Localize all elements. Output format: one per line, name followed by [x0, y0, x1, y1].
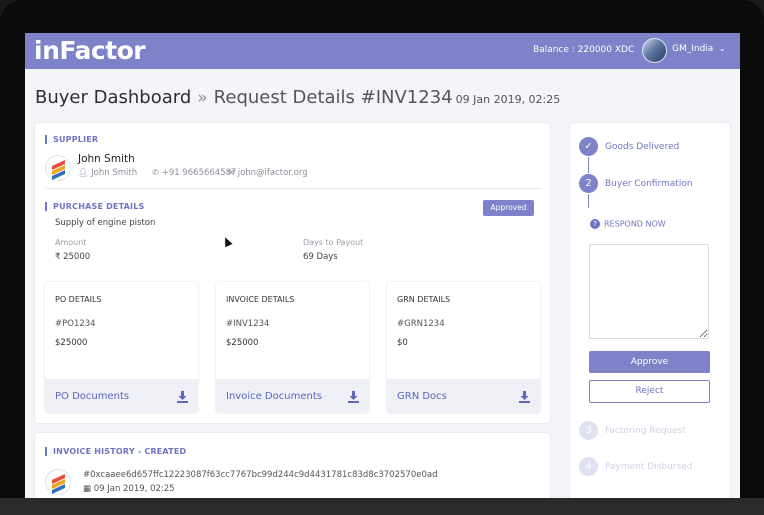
device-base: [0, 498, 764, 515]
download-icon[interactable]: [347, 390, 360, 403]
balance-text: Balance : 220000 XDC: [533, 45, 635, 55]
amount-value: ₹ 25000: [55, 252, 91, 262]
supplier-email[interactable]: ✉ john@ifactor.org: [228, 168, 308, 178]
po-amount: $25000: [55, 338, 88, 348]
step-number-4: 4: [579, 457, 598, 476]
breadcrumb-dashboard[interactable]: Buyer Dashboard: [35, 87, 191, 108]
calendar-icon: ▦: [83, 484, 92, 494]
step-number-2: 2: [579, 174, 598, 193]
user-name[interactable]: GM_India: [672, 44, 713, 54]
phone-icon: ✆: [152, 168, 159, 177]
step-connector: [588, 194, 589, 208]
step-payment-disbursed: Payment Disbursed: [605, 462, 693, 472]
invoice-history-card: INVOICE HISTORY - CREATED #0xcaaee6d657f…: [35, 433, 550, 498]
purchase-details-label: PURCHASE DETAILS: [45, 202, 144, 211]
invoice-documents-link[interactable]: Invoice Documents: [226, 391, 322, 402]
step-factoring-request: Factoring Request: [605, 426, 686, 436]
po-number: #PO1234: [55, 319, 96, 329]
history-date: ▦ 09 Jan 2019, 02:25: [83, 484, 175, 494]
supplier-phone: ✆ +91 9665664587: [152, 168, 237, 178]
question-icon: ?: [590, 219, 600, 229]
invoice-amount: $25000: [226, 338, 259, 348]
supplier-logo: [45, 469, 71, 495]
top-navbar: inFactor Balance : 220000 XDC GM_India ⌄: [25, 33, 740, 69]
request-title: Request Details #INV1234: [213, 87, 453, 108]
step-check-icon: ✓: [579, 137, 598, 156]
grn-docs-link[interactable]: GRN Docs: [397, 391, 447, 402]
download-icon[interactable]: [518, 390, 531, 403]
supplier-label: SUPPLIER: [45, 135, 98, 144]
grn-details-card: GRN DETAILS #GRN1234 $0 GRN Docs: [387, 282, 540, 413]
po-details-title: PO DETAILS: [55, 295, 102, 304]
grn-documents-footer: GRN Docs: [387, 379, 540, 413]
transaction-hash[interactable]: #0xcaaee6d657ffc12223087f63cc7767bc99d24…: [83, 470, 437, 480]
step-goods-delivered: Goods Delivered: [605, 142, 680, 152]
request-date: 09 Jan 2019, 02:25: [455, 93, 561, 106]
request-details-card: SUPPLIER John Smith 👤︎ John Smith ✆ +91 96…: [35, 123, 550, 423]
divider: [45, 188, 540, 189]
status-badge: Approved: [483, 200, 534, 216]
response-textarea[interactable]: [589, 244, 709, 339]
invoice-number: #INV1234: [226, 319, 270, 329]
invoice-history-label: INVOICE HISTORY - CREATED: [45, 447, 186, 456]
grn-details-title: GRN DETAILS: [397, 295, 451, 304]
purchase-description: Supply of engine piston: [55, 218, 156, 228]
grn-amount: $0: [397, 338, 408, 348]
envelope-icon: ✉: [228, 168, 235, 177]
user-avatar[interactable]: [642, 38, 667, 63]
approve-button[interactable]: Approve: [589, 351, 710, 373]
page-title: Buyer Dashboard » Request Details #INV1234…: [35, 87, 560, 108]
supplier-logo: [45, 155, 71, 181]
step-buyer-confirmation: Buyer Confirmation: [605, 179, 693, 189]
respond-now-label: ? RESPOND NOW: [590, 219, 666, 229]
download-icon[interactable]: [176, 390, 189, 403]
user-icon: 👤︎: [78, 168, 89, 177]
supplier-contact-name: 👤︎ John Smith: [78, 168, 138, 178]
supplier-name: John Smith: [78, 153, 135, 165]
breadcrumb-separator: »: [197, 88, 208, 108]
step-connector: [588, 157, 589, 173]
invoice-details-card: INVOICE DETAILS #INV1234 $25000 Invoice …: [216, 282, 369, 413]
po-documents-footer: PO Documents: [45, 379, 198, 413]
app-screen: inFactor Balance : 220000 XDC GM_India ⌄…: [25, 33, 740, 498]
grn-number: #GRN1234: [397, 319, 445, 329]
brand-logo[interactable]: inFactor: [34, 36, 146, 65]
invoice-documents-footer: Invoice Documents: [216, 379, 369, 413]
po-details-card: PO DETAILS #PO1234 $25000 PO Documents: [45, 282, 198, 413]
step-number-3: 3: [579, 421, 598, 440]
reject-button[interactable]: Reject: [589, 380, 710, 403]
days-label: Days to Payout: [303, 238, 364, 247]
amount-label: Amount: [55, 238, 87, 247]
chevron-down-icon[interactable]: ⌄: [719, 44, 726, 53]
workflow-sidebar: ✓ Goods Delivered 2 Buyer Confirmation ?…: [570, 123, 730, 498]
days-value: 69 Days: [303, 252, 338, 262]
po-documents-link[interactable]: PO Documents: [55, 391, 129, 402]
invoice-details-title: INVOICE DETAILS: [226, 295, 295, 304]
